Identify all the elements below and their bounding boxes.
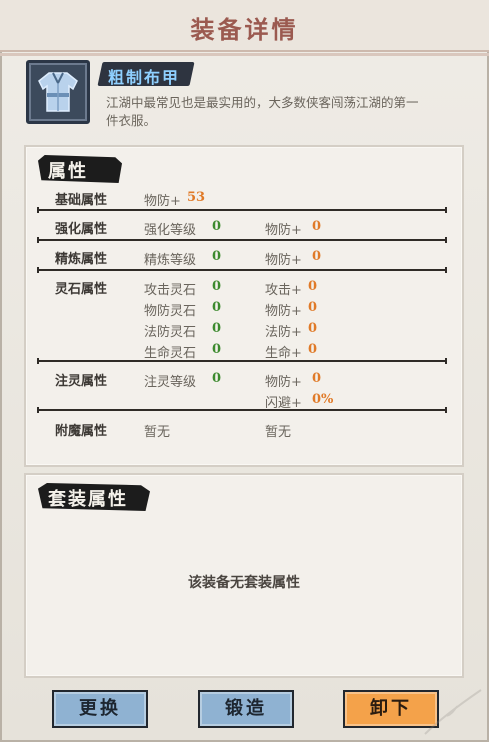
- stone-stat-label: 生命+: [265, 346, 302, 361]
- enhance-stat-label: 物防+: [265, 223, 302, 238]
- item-description: 江湖中最常见也是最实用的，大多数侠客闯荡江湖的第一件衣服。: [106, 95, 419, 128]
- stone-name: 法防灵石: [144, 325, 197, 340]
- refine-level-value: 0: [212, 249, 222, 264]
- set-bonus-title: 套装属性: [48, 489, 128, 510]
- enchant-left-value: 暂无: [144, 425, 171, 440]
- divider: [37, 207, 447, 213]
- stone-name: 生命灵石: [144, 346, 197, 361]
- divider: [37, 407, 447, 413]
- stone-stat-value: 0: [308, 321, 318, 336]
- infuse-attr-label: 注灵属性: [55, 374, 108, 389]
- replace-button[interactable]: 更换: [52, 690, 148, 728]
- stone-stat-label: 法防+: [265, 325, 302, 340]
- infuse-stat-value: 0: [312, 371, 322, 386]
- refine-stat-value: 0: [312, 249, 322, 264]
- item-name: 粗制布甲: [108, 68, 181, 87]
- set-bonus-empty-text: 该装备无套装属性: [188, 575, 300, 591]
- divider: [37, 267, 447, 273]
- title-bar: 装备详情: [0, 0, 489, 56]
- enchant-right-value: 暂无: [265, 425, 292, 440]
- stone-stat-value: 0: [308, 300, 318, 315]
- page-title: 装备详情: [190, 15, 299, 44]
- base-attr-label: 基础属性: [55, 193, 108, 208]
- refine-attr-label: 精炼属性: [55, 252, 108, 267]
- infuse-level-value: 0: [212, 371, 222, 386]
- enhance-stat-value: 0: [312, 219, 322, 234]
- base-stat-value: 53: [187, 190, 206, 205]
- stone-stat-value: 0: [308, 342, 318, 357]
- stone-stat-value: 0: [308, 279, 318, 294]
- spirit-stone-attr-label: 灵石属性: [55, 282, 108, 297]
- stone-name: 物防灵石: [144, 304, 197, 319]
- divider: [37, 237, 447, 243]
- stone-count: 0: [212, 321, 222, 336]
- base-stat-label: 物防+: [144, 194, 181, 209]
- stone-name: 攻击灵石: [144, 283, 197, 298]
- enhance-attr-label: 强化属性: [55, 222, 108, 237]
- refine-stat-label: 物防+: [265, 253, 302, 268]
- stone-count: 0: [212, 300, 222, 315]
- cloth-armor-icon[interactable]: [26, 60, 90, 124]
- divider: [37, 358, 447, 364]
- stone-count: 0: [212, 342, 222, 357]
- stone-stat-label: 攻击+: [265, 283, 302, 298]
- refine-level-label: 精炼等级: [144, 253, 197, 268]
- enhance-level-label: 强化等级: [144, 223, 197, 238]
- stone-stat-label: 物防+: [265, 304, 302, 319]
- enchant-attr-label: 附魔属性: [55, 424, 108, 439]
- infuse-stat-label: 物防+: [265, 375, 302, 390]
- stone-count: 0: [212, 279, 222, 294]
- infuse-level-label: 注灵等级: [144, 375, 197, 390]
- enhance-level-value: 0: [212, 219, 222, 234]
- attributes-title: 属性: [48, 161, 88, 182]
- dodge-stat-value: 0%: [312, 392, 334, 407]
- forge-button[interactable]: 锻造: [198, 690, 294, 728]
- ink-branch-decoration: [424, 689, 482, 735]
